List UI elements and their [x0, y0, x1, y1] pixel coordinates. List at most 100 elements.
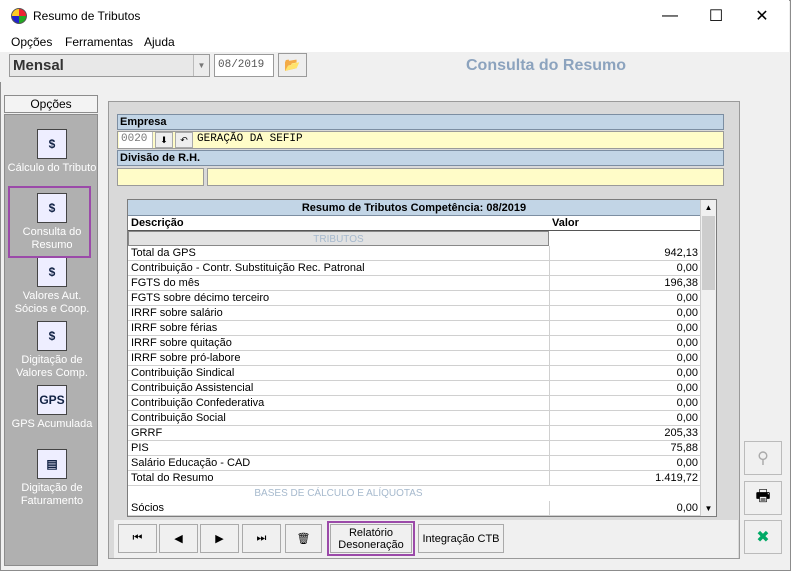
typing-values-icon: $	[37, 321, 67, 351]
minimize-button[interactable]: —	[647, 0, 693, 32]
partners-values-icon: $	[37, 257, 67, 287]
column-divider	[549, 396, 550, 411]
period-value: Mensal	[13, 57, 64, 74]
table-row[interactable]: Salário Educação - CAD 0,00	[128, 456, 700, 471]
window-title: Resumo de Tributos	[33, 9, 141, 23]
open-folder-button[interactable]: 📂	[278, 53, 307, 77]
competence-input[interactable]: 08/2019	[214, 54, 274, 77]
table-row[interactable]: Contribuição Confederativa 0,00	[128, 396, 700, 411]
row-description: Total do Resumo	[131, 472, 214, 484]
row-value: 0,00	[676, 262, 698, 274]
row-value: 75,88	[670, 442, 698, 454]
grid-header: Descrição Valor	[128, 216, 700, 231]
row-description: Sócios	[131, 502, 165, 514]
first-record-button[interactable]: ⏮	[118, 524, 157, 553]
table-row[interactable]: Contribuição Sindical 0,00	[128, 366, 700, 381]
integracao-ctb-button[interactable]: Integração CTB	[418, 524, 504, 553]
menu-bar: Opções Ferramentas Ajuda	[0, 32, 789, 52]
menu-opcoes[interactable]: Opções	[11, 35, 52, 49]
summary-grid[interactable]: Resumo de Tributos Competência: 08/2019 …	[127, 199, 717, 517]
row-value: 0,00	[676, 457, 698, 469]
divisao-code-input[interactable]	[117, 168, 204, 186]
column-divider	[549, 366, 550, 381]
row-description: FGTS sobre décimo terceiro	[131, 292, 270, 304]
table-row[interactable]: IRRF sobre pró-labore 0,00	[128, 351, 700, 366]
column-divider	[549, 351, 550, 366]
scroll-down-icon[interactable]: ▼	[701, 501, 716, 516]
section-tributos: TRIBUTOS	[128, 231, 549, 246]
scroll-thumb[interactable]	[702, 216, 715, 290]
grid-scrollbar[interactable]: ▲ ▼	[700, 200, 716, 516]
title-bar: Resumo de Tributos — ☐ ✕	[0, 0, 789, 32]
table-row[interactable]: IRRF sobre salário 0,00	[128, 306, 700, 321]
exit-button[interactable]: ✖	[744, 520, 782, 554]
period-select[interactable]: Mensal ▼	[9, 54, 210, 77]
last-record-button[interactable]: ⏭	[242, 524, 281, 553]
column-divider	[549, 456, 550, 471]
maximize-button[interactable]: ☐	[693, 0, 739, 32]
row-value: 0,00	[676, 502, 698, 514]
chevron-down-icon[interactable]: ▼	[193, 55, 209, 76]
sidebar-item-calculo[interactable]: $ Cálculo do Tributo	[5, 129, 99, 175]
empresa-name: GERAÇÃO DA SEFIP	[197, 133, 303, 145]
sidebar-item-digitacao-valores[interactable]: $ Digitação de Valores Comp.	[5, 321, 99, 380]
row-description: Contribuição Confederativa	[131, 397, 265, 409]
exit-icon: ✖	[756, 529, 770, 546]
table-row[interactable]: IRRF sobre quitação 0,00	[128, 336, 700, 351]
table-row[interactable]: Contribuição Social 0,00	[128, 411, 700, 426]
next-record-button[interactable]: ▶	[200, 524, 239, 553]
empresa-code-input[interactable]: 0020	[119, 132, 153, 148]
row-value: 0,00	[676, 412, 698, 424]
close-button[interactable]: ✕	[739, 0, 785, 32]
section-bases: BASES DE CÁLCULO E ALÍQUOTAS	[128, 486, 549, 501]
calculator-document-icon: $	[37, 129, 67, 159]
empresa-label: Empresa	[117, 114, 724, 130]
row-value: 0,00	[676, 352, 698, 364]
row-description: Contribuição - Contr. Substituição Rec. …	[131, 262, 365, 274]
row-description: GRRF	[131, 427, 163, 439]
column-divider	[549, 426, 550, 441]
col-descricao[interactable]: Descrição	[131, 217, 184, 229]
gps-icon: GPS	[37, 385, 67, 415]
row-value: 0,00	[676, 307, 698, 319]
delete-button[interactable]: 🗑	[285, 524, 322, 553]
table-row[interactable]: FGTS sobre décimo terceiro 0,00	[128, 291, 700, 306]
table-row[interactable]: Total da GPS 942,13	[128, 246, 700, 261]
previous-record-button[interactable]: ◀	[159, 524, 198, 553]
table-row[interactable]: Contribuição - Contr. Substituição Rec. …	[128, 261, 700, 276]
sidebar-item-faturamento[interactable]: ▤ Digitação de Faturamento	[5, 449, 99, 508]
menu-ferramentas[interactable]: Ferramentas	[65, 35, 133, 49]
table-row[interactable]: IRRF sobre férias 0,00	[128, 321, 700, 336]
table-row[interactable]: GRRF 205,33	[128, 426, 700, 441]
menu-ajuda[interactable]: Ajuda	[144, 35, 175, 49]
print-button[interactable]: 🖶	[744, 481, 782, 515]
column-divider	[549, 411, 550, 426]
table-row[interactable]: Contribuição Assistencial 0,00	[128, 381, 700, 396]
column-divider	[549, 471, 550, 486]
page-title: Consulta do Resumo	[466, 57, 627, 74]
grid-body: TRIBUTOS Total da GPS 942,13 Contribuição …	[128, 231, 700, 516]
row-value: 942,13	[664, 247, 698, 259]
row-description: PIS	[131, 442, 149, 454]
folder-icon: 📂	[284, 57, 301, 72]
column-divider	[549, 276, 550, 291]
search-person-button[interactable]: ⚲	[744, 441, 782, 475]
scroll-up-icon[interactable]: ▲	[701, 200, 716, 215]
column-divider	[549, 246, 550, 261]
billing-icon: ▤	[37, 449, 67, 479]
row-value: 0,00	[676, 337, 698, 349]
divisao-name-input[interactable]	[207, 168, 724, 186]
table-row[interactable]: PIS 75,88	[128, 441, 700, 456]
last-icon: ⏭	[256, 532, 267, 544]
download-icon[interactable]: ⬇	[155, 132, 173, 148]
sidebar-item-valores-socios[interactable]: $ Valores Aut. Sócios e Coop.	[5, 257, 99, 316]
table-row[interactable]: Sócios 0,00	[128, 501, 700, 516]
sidebar-item-gps[interactable]: GPS GPS Acumulada	[5, 385, 99, 431]
col-valor[interactable]: Valor	[552, 217, 579, 229]
sidebar-header: Opções	[4, 95, 98, 113]
table-row[interactable]: FGTS do mês 196,38	[128, 276, 700, 291]
undo-icon[interactable]: ↶	[175, 132, 193, 148]
table-row[interactable]: Total do Resumo 1.419,72	[128, 471, 700, 486]
row-value: 0,00	[676, 322, 698, 334]
row-value: 0,00	[676, 382, 698, 394]
